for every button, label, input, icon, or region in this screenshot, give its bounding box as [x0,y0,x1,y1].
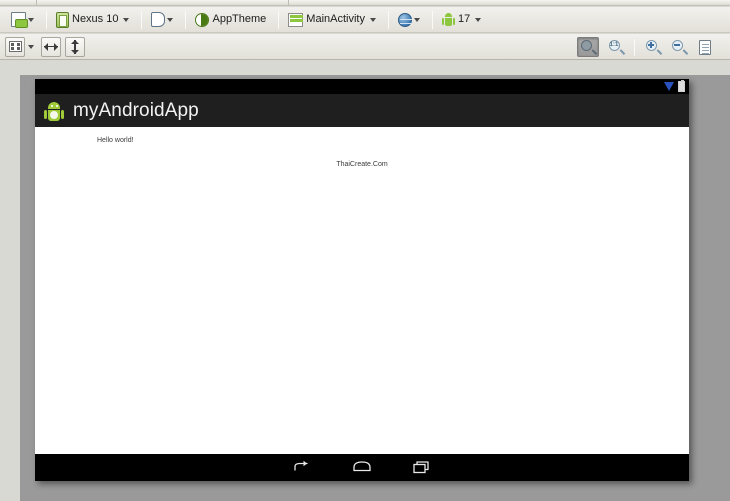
zoom-out-button[interactable] [668,37,690,57]
fit-width-button[interactable] [41,36,61,57]
android-navigation-bar [35,454,689,481]
chevron-down-icon [167,18,174,22]
app-action-bar: myAndroidApp [35,94,689,127]
tab-row-edge [0,0,730,6]
configuration-toolbar: Nexus 10 AppTheme MainActivity 17 [0,7,730,33]
back-arrow-icon [294,460,308,471]
theme-select-label: AppTheme [212,13,267,25]
chevron-down-icon[interactable] [28,45,34,49]
chevron-down-icon [413,18,420,22]
device-config-button[interactable] [7,9,41,31]
device-screen[interactable]: myAndroidApp Hello world! ThaiCreate.Com [35,79,689,481]
toolbar-separator [387,10,389,29]
toolbar-separator [634,38,635,56]
zoom-toolbar: 1:1 [0,34,730,60]
zoom-in-button[interactable] [642,37,664,57]
orientation-icon [151,12,166,27]
android-robot-icon [43,100,65,122]
nav-back-button[interactable] [291,459,313,477]
preview-canvas[interactable]: myAndroidApp Hello world! ThaiCreate.Com [0,61,730,501]
fit-height-icon [70,39,80,54]
toolbar-separator [141,10,143,29]
zoom-fit-icon [580,39,597,55]
zoom-one-to-one-icon: 1:1 [608,39,625,55]
theme-contrast-icon [195,12,210,27]
refresh-render-button[interactable] [694,37,716,57]
chevron-down-icon [369,18,376,22]
activity-select-button[interactable]: MainActivity [284,9,383,31]
toolbar-separator [46,10,47,29]
fit-to-screen-button[interactable] [5,36,25,57]
zoom-out-icon [671,39,688,55]
zoom-fit-toggle[interactable] [577,37,599,57]
api-level-select-button[interactable]: 17 [438,9,488,31]
zoom-ratio-label: 1:1 [609,42,619,48]
tab-seam [36,0,37,6]
device-select-label: Nexus 10 [72,13,119,25]
android-icon [441,12,455,27]
globe-icon [397,12,412,27]
fit-screen-icon [8,41,22,52]
activity-layout-icon [288,12,304,27]
zoom-in-icon [645,39,662,55]
toolbar-separator [431,10,433,29]
fit-width-icon [44,42,58,52]
locale-select-button[interactable] [394,9,427,31]
zoom-actual-size-button[interactable]: 1:1 [605,37,627,57]
orientation-select-button[interactable] [147,9,180,31]
recents-icon [413,460,429,473]
home-icon [353,460,371,471]
chevron-down-icon [28,18,34,22]
signal-triangle-icon [664,82,674,91]
document-icon [699,39,711,55]
zoom-controls-group: 1:1 [577,34,718,60]
tab-seam [288,0,289,6]
nav-recents-button[interactable] [411,459,433,477]
toolbar-separator [185,10,187,29]
fit-height-button[interactable] [65,36,85,57]
hello-world-textview[interactable]: Hello world! [97,137,134,144]
device-select-button[interactable]: Nexus 10 [52,9,136,31]
android-status-bar [35,79,689,94]
device-icon [11,12,28,28]
layout-editor-window: Nexus 10 AppTheme MainActivity 17 1:1 my… [0,0,730,501]
theme-select-button[interactable]: AppTheme [191,9,273,31]
app-title: myAndroidApp [73,100,199,121]
battery-icon [678,80,685,92]
center-textview[interactable]: ThaiCreate.Com [35,161,689,168]
chevron-down-icon [475,18,482,22]
api-level-label: 17 [457,13,471,25]
layout-content-area[interactable]: Hello world! ThaiCreate.Com [35,127,689,454]
activity-select-label: MainActivity [306,13,365,25]
device-bezel: myAndroidApp Hello world! ThaiCreate.Com [20,75,730,501]
toolbar-separator [278,10,280,29]
nexus-device-icon [56,11,69,28]
chevron-down-icon [123,18,130,22]
nav-home-button[interactable] [351,459,373,477]
